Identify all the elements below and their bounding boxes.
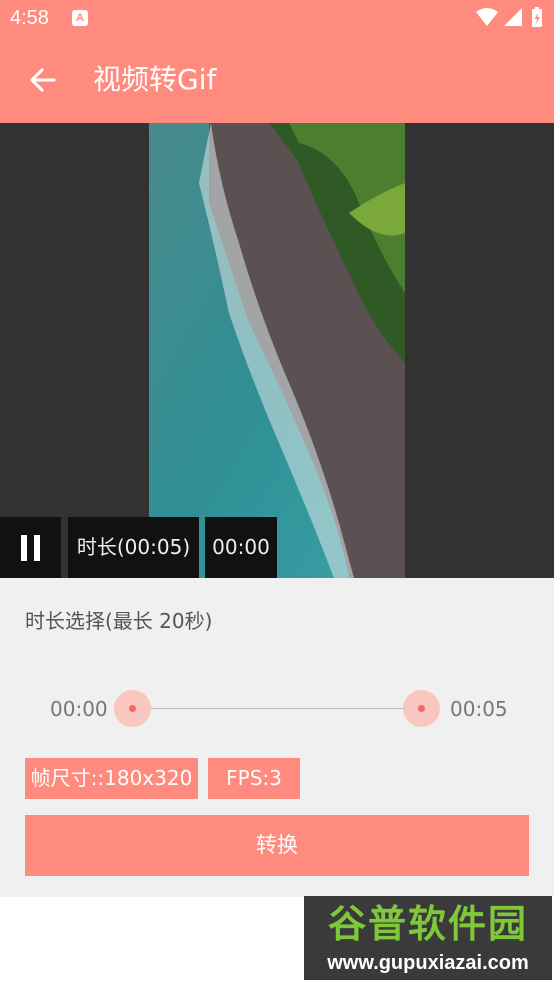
signal-icon [504,8,522,26]
arrow-back-icon [29,67,56,93]
range-end-handle[interactable] [403,690,440,727]
range-end-time: 00:05 [450,697,508,721]
back-button[interactable] [24,60,62,100]
notification-icon-letter: A [76,12,84,24]
watermark: 谷普软件园 www.gupuxiazai.com [304,896,552,980]
range-slider-track[interactable] [132,708,422,709]
watermark-url: www.gupuxiazai.com [327,952,529,974]
range-start-time: 00:00 [50,697,108,721]
app-header: 4:58 A 视频转Gif [0,0,554,123]
status-time: 4:58 [10,7,49,29]
pause-button[interactable] [0,517,61,578]
fps-button[interactable]: FPS:3 [208,758,300,799]
notification-icon: A [72,10,88,26]
video-player[interactable]: 时长(00:05) 00:00 [0,123,554,578]
watermark-title: 谷普软件园 [327,902,528,946]
video-current-time: 00:00 [205,517,277,578]
convert-button[interactable]: 转换 [25,815,529,876]
wifi-icon [476,8,498,26]
battery-icon [532,7,542,27]
gif-settings-panel: 时长选择(最长 20秒) 00:00 00:05 帧尺寸::180x320 FP… [0,578,554,897]
page-title: 视频转Gif [93,63,217,96]
range-start-handle[interactable] [114,690,151,727]
video-frame [149,123,405,578]
frame-size-button[interactable]: 帧尺寸::180x320 [25,758,198,799]
video-duration: 时长(00:05) [68,517,199,578]
status-icons [476,7,542,27]
duration-range-label: 时长选择(最长 20秒) [25,609,213,633]
